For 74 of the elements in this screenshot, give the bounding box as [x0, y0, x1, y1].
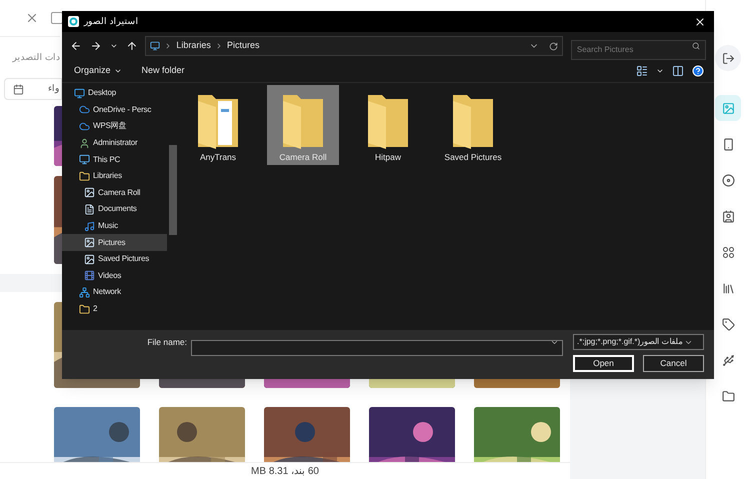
library-icon	[79, 170, 90, 182]
apps-icon	[722, 246, 734, 258]
pc-icon	[150, 41, 160, 51]
nav-item[interactable]: Network	[62, 284, 167, 301]
file-type-dropdown[interactable]: ملفات الصور(*.jpg;*.png;*.gif;*.	[573, 334, 704, 350]
photos-icon	[722, 102, 734, 114]
folder-icon	[722, 390, 734, 402]
nav-item[interactable]: Music	[62, 218, 167, 234]
logout-nav-button[interactable]	[715, 45, 741, 71]
scrollbar-thumb[interactable]	[168, 145, 176, 235]
export-settings-label: دات التصدير	[12, 50, 60, 64]
user-icon	[79, 138, 90, 149]
cancel-button[interactable]: Cancel	[643, 355, 704, 372]
open-button[interactable]: Open	[573, 355, 634, 372]
file-name-label: File name:	[147, 336, 187, 348]
cloud-icon	[79, 104, 90, 116]
music-icon	[84, 220, 95, 232]
pictures-icon	[84, 254, 95, 265]
help-icon[interactable]	[692, 65, 704, 77]
nav-item[interactable]: WPS网盘	[62, 118, 167, 135]
file-name-field[interactable]	[191, 340, 563, 356]
device-icon	[722, 138, 734, 150]
cloud-icon	[79, 120, 90, 132]
nav-item[interactable]: Saved Pictures	[62, 250, 167, 268]
caret-icon[interactable]	[656, 67, 664, 75]
breadcrumb-item[interactable]: Pictures	[226, 39, 260, 53]
documents-icon	[84, 204, 95, 215]
date-field[interactable]: واء	[4, 78, 62, 100]
logout-icon	[722, 52, 734, 64]
nav-item[interactable]: This PC	[62, 151, 167, 168]
folder-icon	[79, 304, 90, 315]
up-icon[interactable]	[126, 40, 138, 52]
address-bar[interactable]: Libraries Pictures	[145, 36, 563, 56]
network-icon	[79, 286, 90, 298]
footer-summary: 60 بند، 8.31 MB	[251, 464, 319, 478]
pc-icon	[79, 154, 90, 166]
toolbar-button[interactable]: New folder	[142, 64, 185, 78]
folder-item[interactable]: Hitpaw	[352, 85, 424, 165]
breadcrumb-item[interactable]: Libraries	[176, 39, 211, 53]
caret-icon	[114, 67, 122, 75]
contacts-icon	[722, 210, 734, 222]
nav-item[interactable]: Libraries	[62, 168, 167, 185]
nav-item[interactable]: Pictures	[62, 234, 167, 251]
preview-pane-icon[interactable]	[672, 65, 684, 77]
tag-icon	[722, 318, 734, 330]
desktop-icon	[74, 88, 85, 99]
books-icon	[722, 282, 734, 294]
nav-item[interactable]: Camera Roll	[62, 184, 167, 202]
videos-icon	[84, 270, 95, 282]
refresh-icon[interactable]	[548, 42, 558, 50]
toolbar-button[interactable]: Organize	[74, 64, 122, 78]
history-dropdown-icon[interactable]	[110, 42, 118, 50]
folder-item[interactable]: Saved Pictures	[437, 85, 509, 165]
nav-item[interactable]: Administrator	[62, 134, 167, 152]
app-logo-icon	[68, 16, 79, 27]
calendar-icon	[13, 84, 24, 94]
pictures-icon	[84, 237, 95, 248]
nav-item[interactable]: Videos	[62, 268, 167, 284]
nav-item[interactable]: Desktop	[62, 85, 167, 102]
usb-icon	[722, 354, 734, 366]
folder-item[interactable]: AnyTrans	[182, 85, 254, 165]
pictures-icon	[84, 187, 95, 198]
nav-item[interactable]: OneDrive - Persc	[62, 102, 167, 118]
folder-item[interactable]: Camera Roll	[267, 85, 339, 165]
nav-item[interactable]: Documents	[62, 201, 167, 218]
back-icon[interactable]	[70, 40, 82, 52]
dialog-title: استيراد الصور	[84, 14, 139, 28]
nav-item[interactable]: 2	[62, 300, 167, 318]
search-field[interactable]: Search Pictures	[570, 40, 706, 60]
view-options-icon[interactable]	[636, 65, 648, 77]
search-icon	[692, 42, 700, 50]
disc-icon	[722, 174, 734, 186]
close-icon[interactable]	[694, 16, 706, 28]
forward-icon[interactable]	[90, 40, 102, 52]
